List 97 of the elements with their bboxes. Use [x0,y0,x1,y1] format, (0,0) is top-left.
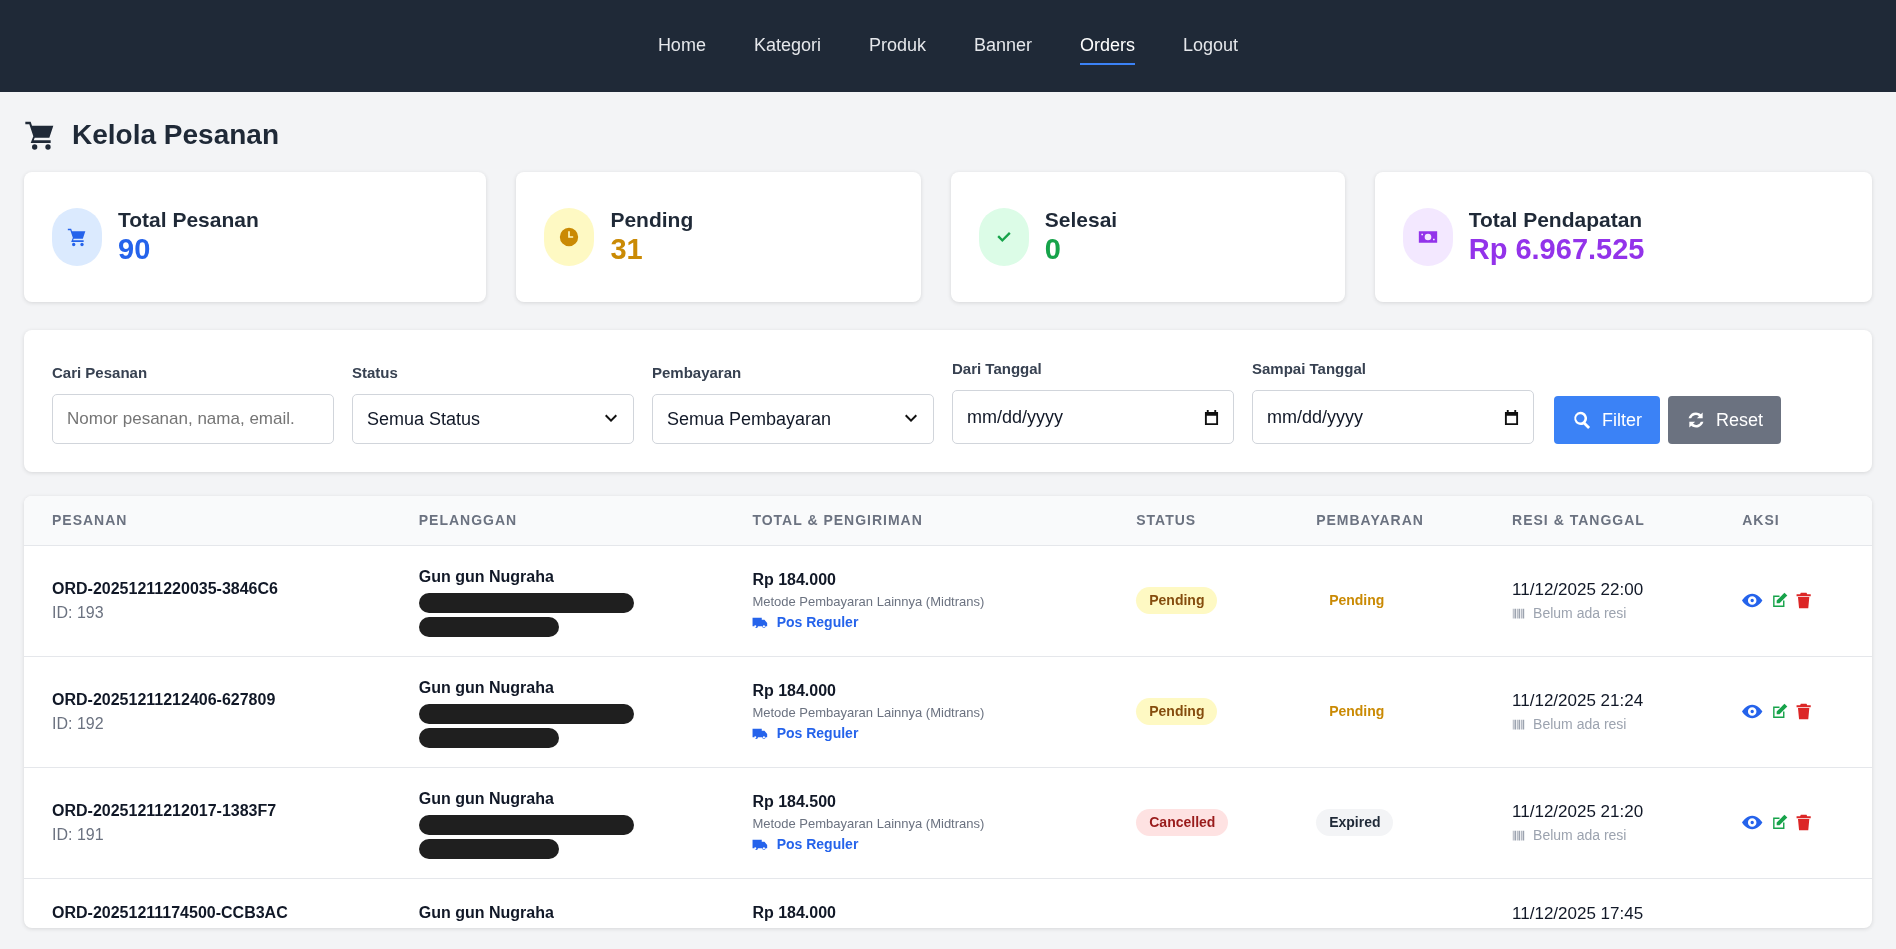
column-header: PELANGGAN [390,496,725,546]
shipping-method: Pos Reguler [776,723,859,743]
order-total: Rp 184.000 [752,681,837,702]
stat-label: Total Pesanan [118,206,259,232]
nav-link[interactable]: Orders [1080,27,1136,65]
view-button[interactable] [1742,814,1763,832]
view-button[interactable] [1742,703,1763,721]
order-date: 11/12/2025 21:20 [1512,801,1645,824]
order-date: 11/12/2025 17:45 [1512,902,1645,925]
order-number: ORD-20251211174500-CCB3AC [52,902,289,923]
edit-icon [1770,592,1788,610]
date-field[interactable]: mm/dd/yyyy [1252,390,1534,445]
order-id: ID: 191 [52,824,105,845]
eye-icon [1742,592,1763,610]
nav-link[interactable]: Home [657,27,706,65]
dropdown-field[interactable]: Semua Pembayaran [652,394,934,445]
column-header: PEMBAYARAN [1288,496,1485,546]
payment-method: Metode Pembayaran Lainnya (Midtrans) [752,704,986,723]
customer-name: Gun gun Nugraha [418,677,555,698]
trash-icon [1795,592,1811,610]
filter-button[interactable]: Filter [1554,396,1660,445]
payment-status-badge: Expired [1316,809,1394,837]
search-field[interactable]: Nomor pesanan, nama, email. [52,394,334,445]
column-header: STATUS [1108,496,1289,546]
order-total: Rp 184.500 [752,792,837,813]
order-id: ID: 192 [52,713,105,734]
stat-value: 0 [1044,231,1062,267]
nav-link[interactable]: Produk [868,27,926,65]
order-number: ORD-20251211212017-1383F7 [52,800,278,821]
customer-name: Gun gun Nugraha [418,788,555,809]
calendar-icon [1504,409,1519,425]
field-label: Sampai Tanggal [1252,358,1367,379]
receipt-status: Belum ada resi [1533,603,1627,623]
eye-icon [1742,703,1763,721]
payment-method: Metode Pembayaran Lainnya (Midtrans) [752,815,986,834]
edit-icon [1770,814,1788,832]
calendar-icon [1204,409,1219,425]
nav-link[interactable]: Banner [974,27,1033,65]
column-header: TOTAL & PENGIRIMAN [724,496,1109,546]
order-total: Rp 184.000 [752,902,837,923]
view-button[interactable] [1742,592,1763,610]
edit-icon [1770,703,1788,721]
receipt-status: Belum ada resi [1533,825,1627,845]
delete-button[interactable] [1795,814,1811,832]
customer-name: Gun gun Nugraha [418,566,555,587]
nav-link[interactable]: Kategori [753,27,821,65]
trash-icon [1795,703,1811,721]
barcode-icon [1512,717,1526,731]
field-label: Cari Pesanan [52,362,149,383]
column-header: RESI & TANGGAL [1484,496,1715,546]
stat-value: 90 [118,231,152,267]
field-label: Pembayaran [652,362,743,383]
order-id: ID: 193 [52,602,105,623]
stat-value: Rp 6.967.525 [1468,231,1645,267]
field-label: Status [352,362,399,383]
truck-icon [752,837,769,851]
receipt-status: Belum ada resi [1533,714,1627,734]
order-number: ORD-20251211220035-3846C6 [52,578,279,599]
shipping-method: Pos Reguler [776,834,859,854]
dropdown-field[interactable]: Semua Status [352,394,634,445]
stat-label: Pending [610,206,694,232]
cart-icon [67,226,87,247]
truck-icon [752,726,769,740]
eye-icon [1742,814,1763,832]
status-badge: Cancelled [1136,809,1229,837]
barcode-icon [1512,606,1526,620]
delete-button[interactable] [1795,592,1811,610]
customer-name: Gun gun Nugraha [418,902,555,923]
trash-icon [1795,814,1811,832]
page-title: Kelola Pesanan [72,118,279,152]
payment-status-label: Pending [1328,591,1386,611]
date-field[interactable]: mm/dd/yyyy [952,390,1234,445]
stat-value: 31 [610,231,644,267]
order-date: 11/12/2025 21:24 [1512,690,1645,713]
edit-button[interactable] [1770,592,1788,610]
reset-button[interactable]: Reset [1668,396,1782,445]
order-number: ORD-20251211212406-627809 [52,689,277,710]
truck-icon [752,615,769,629]
payment-status-label: Pending [1328,702,1386,722]
nav-link[interactable]: Logout [1183,27,1239,65]
payment-method: Metode Pembayaran Lainnya (Midtrans) [752,593,986,612]
clock-icon [559,226,580,247]
column-header: PESANAN [24,496,391,546]
shipping-method: Pos Reguler [776,612,859,632]
stat-label: Total Pendapatan [1468,206,1644,232]
barcode-icon [1512,828,1526,842]
order-date: 11/12/2025 22:00 [1512,579,1645,602]
status-badge: Pending [1136,698,1218,726]
order-total: Rp 184.000 [752,570,837,591]
field-label: Dari Tanggal [952,358,1043,379]
status-badge: Pending [1136,587,1218,615]
column-header: AKSI [1714,496,1872,546]
stat-label: Selesai [1044,206,1118,232]
edit-button[interactable] [1770,703,1788,721]
delete-button[interactable] [1795,703,1811,721]
edit-button[interactable] [1770,814,1788,832]
search-icon [1572,410,1592,431]
